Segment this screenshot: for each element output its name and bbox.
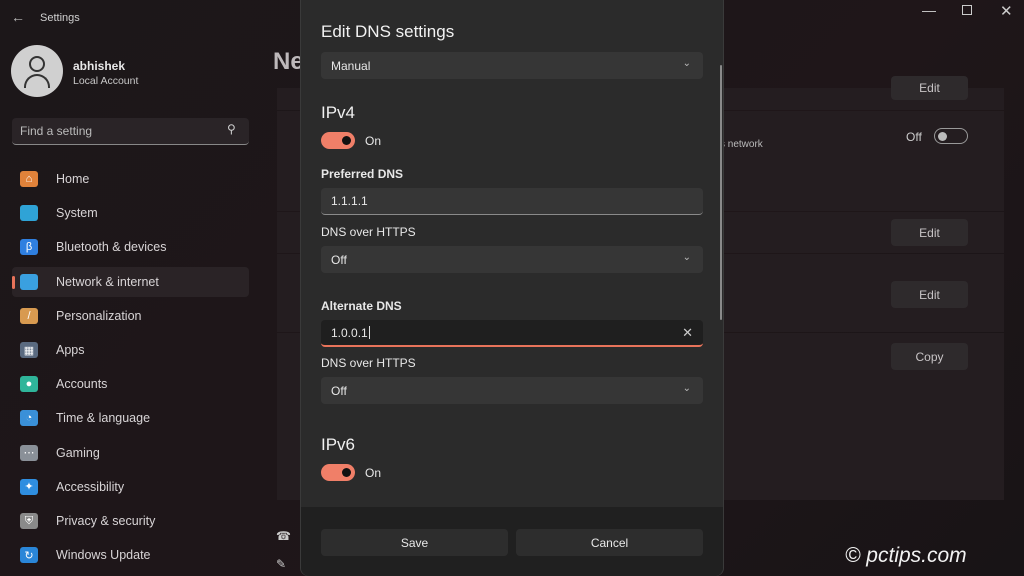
globe-clock-icon: ◔ [20, 410, 38, 427]
toggle-label: Off [906, 130, 922, 144]
accessibility-icon: ✦ [20, 478, 38, 495]
account-type: Local Account [73, 75, 139, 87]
dropdown-value: Off [331, 383, 347, 398]
monitor-icon [20, 205, 38, 222]
sidebar-item-bluetooth-devices[interactable]: β Bluetooth & devices [12, 232, 249, 262]
alternate-doh-dropdown[interactable]: Off ⌄ [321, 377, 703, 404]
edit-button[interactable]: Edit [891, 219, 968, 246]
scrollbar[interactable] [720, 65, 722, 320]
doh-label: DNS over HTTPS [321, 356, 416, 370]
sidebar-item-label: Personalization [56, 308, 142, 323]
sidebar-item-network-internet[interactable]: Network & internet [12, 266, 249, 297]
sidebar-item-label: Home [56, 172, 90, 186]
apps-icon: ▦ [20, 342, 38, 358]
back-arrow-icon[interactable]: ← [11, 9, 25, 25]
preferred-dns-label: Preferred DNS [321, 167, 404, 181]
sidebar-item-windows-update[interactable]: ↻ Windows Update [12, 540, 249, 570]
dns-mode-dropdown[interactable]: Manual ⌄ [321, 52, 703, 79]
sidebar-item-time-language[interactable]: ◔ Time & language [12, 403, 249, 433]
wifi-icon [20, 273, 38, 290]
sidebar-item-label: Privacy & security [56, 514, 156, 528]
edit-dns-dialog: Edit DNS settings Manual ⌄ IPv4 On Prefer… [300, 0, 724, 576]
preferred-dns-input[interactable]: 1.1.1.1 [321, 188, 703, 215]
sidebar-item-label: Network & internet [56, 274, 159, 289]
brush-icon: / [20, 307, 38, 324]
ipv4-heading: IPv4 [321, 103, 356, 122]
close-icon[interactable]: ✕ [1000, 2, 1013, 20]
cancel-button[interactable]: Cancel [516, 529, 703, 556]
sidebar-item-label: Gaming [56, 445, 100, 460]
alternate-dns-label: Alternate DNS [321, 299, 402, 313]
dropdown-value: Off [331, 252, 347, 267]
row-description: s network [720, 139, 763, 150]
ipv4-toggle-label: On [365, 134, 382, 148]
bluetooth-icon: β [20, 239, 38, 256]
maximize-icon[interactable] [962, 5, 972, 15]
dropdown-value: Manual [331, 58, 371, 73]
sidebar-item-gaming[interactable]: ⋯ Gaming [12, 438, 249, 468]
save-button[interactable]: Save [321, 529, 508, 556]
chevron-down-icon: ⌄ [682, 252, 691, 263]
sidebar-item-label: Apps [56, 343, 85, 357]
input-value: 1.0.0.1 [331, 325, 368, 340]
sidebar-item-system[interactable]: System [12, 198, 249, 228]
home-icon: ⌂ [20, 171, 38, 187]
gamepad-icon: ⋯ [20, 444, 38, 461]
ipv6-toggle-label: On [365, 466, 382, 480]
sidebar-item-personalization[interactable]: / Personalization [12, 301, 249, 331]
get-help-icon[interactable]: ☎ [276, 529, 291, 543]
text-cursor [368, 326, 370, 339]
window-title: Settings [40, 12, 80, 24]
copy-button[interactable]: Copy [891, 343, 968, 370]
sidebar-item-label: System [56, 206, 98, 221]
dialog-title: Edit DNS settings [321, 22, 455, 41]
clear-icon[interactable]: ✕ [682, 325, 693, 341]
chevron-down-icon: ⌄ [682, 58, 691, 69]
alternate-dns-input[interactable]: 1.0.0.1 ✕ [321, 320, 703, 347]
person-icon [11, 45, 63, 97]
search-icon[interactable]: ⚲ [227, 122, 236, 136]
doh-label: DNS over HTTPS [321, 225, 416, 239]
feedback-icon[interactable]: ✎ [276, 557, 286, 571]
profile-name: abhishek [73, 59, 126, 73]
shield-icon: ⛨ [20, 513, 38, 529]
minimize-icon[interactable]: — [922, 2, 936, 18]
ipv6-heading: IPv6 [321, 435, 356, 454]
preferred-doh-dropdown[interactable]: Off ⌄ [321, 246, 703, 273]
sidebar-item-label: Accounts [56, 377, 108, 392]
search-input[interactable]: Find a setting ⚲ [12, 118, 249, 145]
sidebar-item-apps[interactable]: ▦ Apps [12, 335, 249, 365]
edit-button[interactable]: Edit [891, 76, 968, 100]
chevron-down-icon: ⌄ [682, 383, 691, 394]
person-icon: ● [20, 376, 38, 393]
sidebar-item-accessibility[interactable]: ✦ Accessibility [12, 472, 249, 502]
sidebar-item-privacy-security[interactable]: ⛨ Privacy & security [12, 506, 249, 536]
sidebar-item-accounts[interactable]: ● Accounts [12, 369, 249, 399]
sidebar-item-home[interactable]: ⌂ Home [12, 164, 249, 194]
ipv6-toggle[interactable] [321, 464, 355, 481]
sidebar-item-label: Time & language [56, 411, 151, 426]
update-icon: ↻ [20, 547, 38, 564]
toggle-switch[interactable] [934, 128, 968, 144]
watermark: © pctips.com [845, 544, 967, 567]
sidebar-item-label: Accessibility [56, 479, 125, 494]
sidebar-item-label: Bluetooth & devices [56, 240, 167, 255]
dialog-footer: Save Cancel [301, 507, 723, 576]
edit-button[interactable]: Edit [891, 281, 968, 308]
search-placeholder: Find a setting [20, 124, 93, 138]
ipv4-toggle[interactable] [321, 132, 355, 149]
sidebar-item-label: Windows Update [56, 548, 151, 563]
